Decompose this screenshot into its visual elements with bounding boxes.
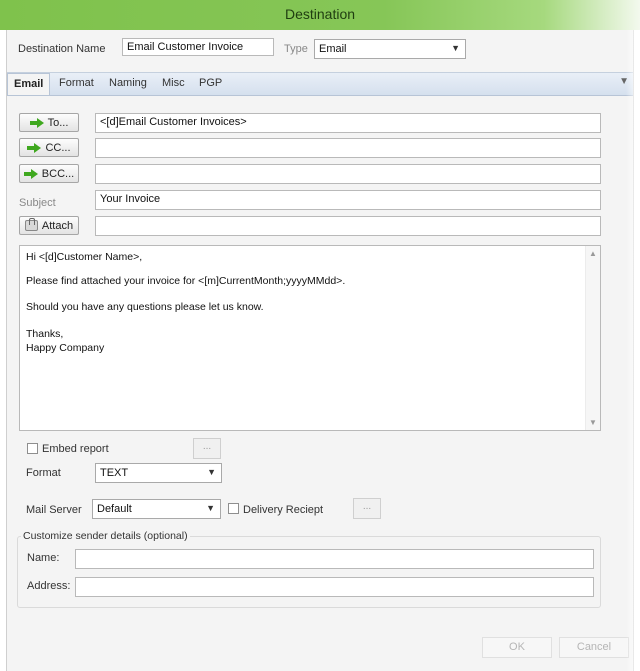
attach-button[interactable]: Attach xyxy=(19,216,79,235)
attach-input[interactable] xyxy=(95,216,601,236)
delivery-receipt-checkbox[interactable] xyxy=(228,503,239,514)
body-line: Please find attached your invoice for <[… xyxy=(26,275,346,287)
chevron-down-icon: ▼ xyxy=(207,467,216,477)
body-line: Thanks, xyxy=(26,328,64,340)
right-edge-fade xyxy=(626,30,640,671)
body-scrollbar[interactable]: ▲ ▼ xyxy=(585,246,600,430)
delivery-receipt-label: Delivery Reciept xyxy=(243,504,324,516)
green-arrow-icon xyxy=(27,142,42,153)
subject-label: Subject xyxy=(19,197,56,209)
destination-name-label: Destination Name xyxy=(18,43,106,55)
attach-button-label: Attach xyxy=(41,219,74,232)
ok-button[interactable]: OK xyxy=(482,637,552,658)
to-input[interactable]: <[d]Email Customer Invoices> xyxy=(95,113,601,133)
embed-ellipsis-button[interactable]: ... xyxy=(193,438,221,459)
bcc-button-label: BCC... xyxy=(41,167,75,180)
sender-address-label: Address: xyxy=(27,580,71,592)
tab-format[interactable]: Format xyxy=(59,77,94,89)
chevron-down-icon: ▼ xyxy=(206,503,215,513)
cc-input[interactable] xyxy=(95,138,601,158)
sender-groupbox xyxy=(17,536,601,608)
bcc-button[interactable]: BCC... xyxy=(19,164,79,183)
format-select[interactable]: TEXT ▼ xyxy=(95,463,222,483)
to-button-label: To... xyxy=(47,116,69,129)
cc-button-label: CC... xyxy=(45,141,71,154)
type-select-value: Email xyxy=(319,43,347,55)
tab-naming[interactable]: Naming xyxy=(109,77,147,89)
sender-name-input[interactable] xyxy=(75,549,594,569)
tab-strip: Email Format Naming Misc PGP ▼ xyxy=(7,72,633,96)
dialog-window: Destination Name Email Customer Invoice … xyxy=(6,30,634,671)
attach-icon xyxy=(24,218,38,231)
cancel-button[interactable]: Cancel xyxy=(559,637,629,658)
body-line: Hi <[d]Customer Name>, xyxy=(26,251,143,263)
window-title: Destination xyxy=(284,6,356,22)
format-label: Format xyxy=(26,467,61,479)
body-line: Should you have any questions please let… xyxy=(26,301,264,313)
sender-address-input[interactable] xyxy=(75,577,594,597)
bcc-input[interactable] xyxy=(95,164,601,184)
tab-email[interactable]: Email xyxy=(7,73,51,95)
embed-report-label: Embed report xyxy=(42,443,109,455)
delivery-ellipsis-button[interactable]: ... xyxy=(353,498,381,519)
subject-input[interactable]: Your Invoice xyxy=(95,190,601,210)
sender-name-label: Name: xyxy=(27,552,60,564)
type-select[interactable]: Email ▼ xyxy=(314,39,466,59)
body-line: Happy Company xyxy=(26,342,105,354)
embed-report-checkbox[interactable] xyxy=(27,443,38,454)
scroll-down-icon[interactable]: ▼ xyxy=(589,418,597,427)
cc-button[interactable]: CC... xyxy=(19,138,79,157)
green-arrow-icon xyxy=(23,168,38,179)
chevron-down-icon: ▼ xyxy=(451,43,460,53)
mail-server-select[interactable]: Default ▼ xyxy=(92,499,221,519)
mail-server-label: Mail Server xyxy=(26,504,82,516)
sender-group-label: Customize sender details (optional) xyxy=(21,530,190,542)
type-label: Type xyxy=(284,43,308,55)
format-select-value: TEXT xyxy=(100,467,129,479)
to-button[interactable]: To... xyxy=(19,113,79,132)
scroll-up-icon[interactable]: ▲ xyxy=(589,249,597,258)
destination-name-input[interactable]: Email Customer Invoice xyxy=(122,38,274,56)
tab-pgp[interactable]: PGP xyxy=(199,77,222,89)
tab-misc[interactable]: Misc xyxy=(162,77,185,89)
green-arrow-icon xyxy=(29,117,44,128)
mail-server-select-value: Default xyxy=(97,503,132,515)
message-body[interactable]: Hi <[d]Customer Name>, Please find attac… xyxy=(19,245,601,431)
title-bar: Destination xyxy=(0,0,640,30)
